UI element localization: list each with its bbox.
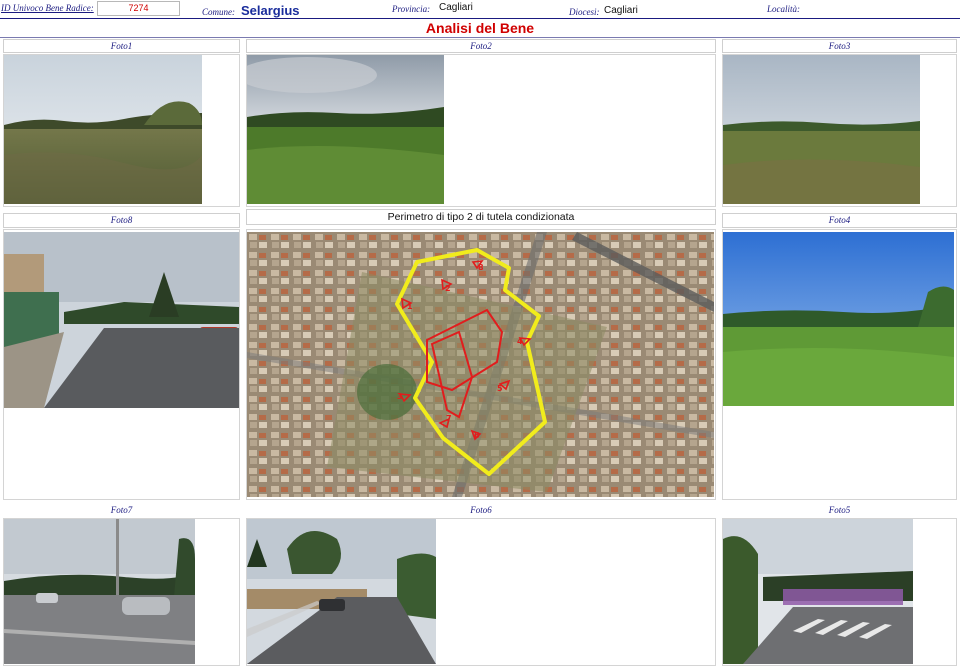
caption-foto3: Foto3	[722, 39, 957, 53]
comune-value: Selargius	[241, 3, 300, 18]
provincia-label: Provincia:	[392, 4, 431, 14]
map-caption: Perimetro di tipo 2 di tutela condiziona…	[246, 209, 716, 225]
map-marker-7: 7	[446, 414, 452, 423]
photo-foto8	[4, 232, 239, 408]
map-marker-8: 8	[478, 263, 484, 272]
aerial-map: 1 2 3 4 5 6 7 8	[247, 232, 714, 497]
localita-label: Località:	[767, 4, 800, 14]
title-divider	[0, 37, 960, 38]
photo-foto1	[4, 55, 202, 204]
provincia-value: Cagliari	[439, 2, 473, 13]
caption-foto4: Foto4	[722, 213, 957, 228]
map-marker-1: 1	[407, 302, 413, 311]
map-marker-3: 3	[397, 392, 403, 401]
photo-foto7	[4, 519, 195, 664]
photo-foto2	[247, 55, 444, 204]
photo-foto5	[723, 519, 913, 664]
caption-foto2: Foto2	[246, 39, 716, 53]
header-divider	[0, 18, 960, 19]
page-title: Analisi del Bene	[425, 20, 535, 36]
map-marker-5: 5	[497, 384, 503, 393]
caption-foto1: Foto1	[3, 39, 240, 53]
diocesi-value: Cagliari	[604, 5, 638, 16]
caption-foto5: Foto5	[828, 505, 851, 515]
map-marker-2: 2	[445, 284, 451, 293]
map-marker-4: 4	[517, 337, 523, 346]
photo-foto3	[723, 55, 920, 204]
diocesi-label: Diocesi:	[569, 7, 600, 17]
caption-foto7: Foto7	[110, 505, 133, 515]
caption-foto8: Foto8	[3, 213, 240, 228]
photo-foto4	[723, 232, 954, 406]
comune-label: Comune:	[202, 7, 235, 17]
map-marker-6: 6	[474, 431, 480, 440]
photo-foto6	[247, 519, 436, 664]
id-label: ID Univoco Bene Radice:	[1, 3, 94, 13]
caption-foto6: Foto6	[470, 505, 492, 515]
id-value: 7274	[97, 1, 180, 16]
